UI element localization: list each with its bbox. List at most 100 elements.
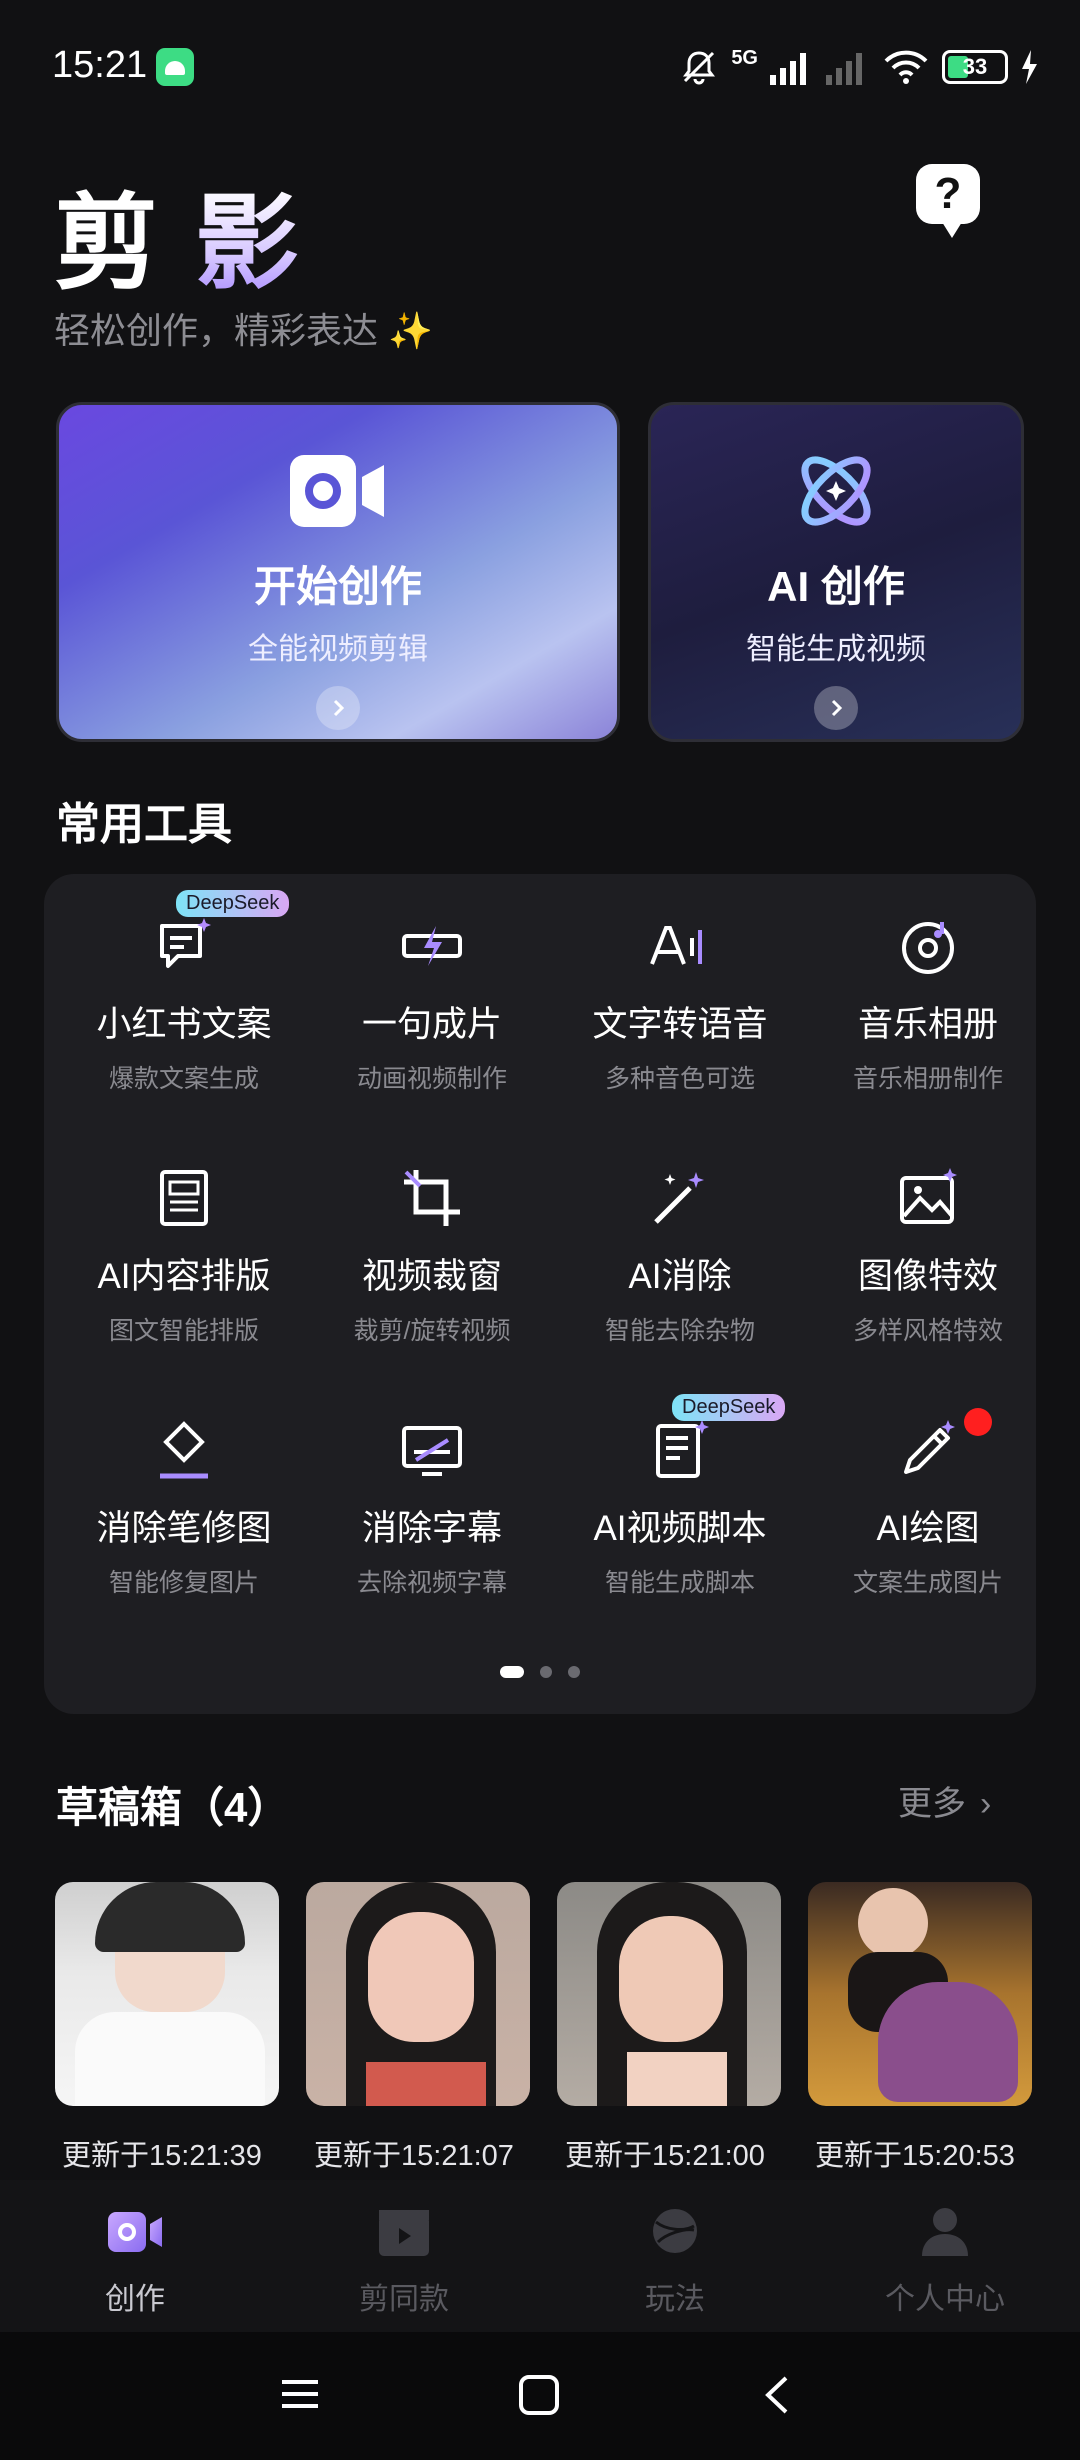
hero-subtitle: 智能生成视频 [746, 633, 926, 666]
page-indicator [44, 1666, 1036, 1678]
help-button[interactable]: ? [916, 164, 980, 238]
tool-name: 消除笔修图 [96, 1509, 272, 1548]
tools-section-title: 常用工具 [56, 800, 232, 849]
tool-desc: 动画视频制作 [356, 1065, 507, 1093]
tool-desc: 智能去除杂物 [604, 1317, 755, 1345]
nav-profile[interactable]: 个人中心 [845, 2202, 1045, 2318]
clapper-icon [379, 2210, 429, 2256]
status-time: 15:21 [52, 44, 148, 86]
tool-desc: 智能生成脚本 [604, 1569, 755, 1597]
image-sparkle-icon [900, 1168, 957, 1224]
draft-photo [306, 1882, 530, 2106]
tool-image-effects[interactable]: 图像特效 多样风格特效 [804, 1126, 1052, 1346]
signal-weak-icon [826, 53, 862, 85]
tool-ai-video-script[interactable]: DeepSeek AI视频脚本 智能生成脚本 [556, 1378, 804, 1598]
page-dot-active[interactable] [500, 1666, 524, 1678]
video-camera-icon [108, 2212, 162, 2252]
tool-video-crop[interactable]: 视频裁窗 裁剪/旋转视频 [308, 1126, 556, 1346]
tool-ai-layout[interactable]: AI内容排版 图文智能排版 [60, 1126, 308, 1346]
nav-label: 创作 [105, 2283, 165, 2316]
nav-label: 剪同款 [359, 2283, 449, 2316]
subtitle-remove-icon [402, 1426, 462, 1476]
script-doc-icon [656, 1420, 709, 1478]
logo-char-1: 剪 [54, 186, 163, 302]
system-navigation-bar [0, 2332, 1080, 2460]
layout-doc-icon [160, 1170, 208, 1226]
home-icon[interactable] [518, 2374, 560, 2416]
tool-subtitle-remove[interactable]: 消除字幕 去除视频字幕 [308, 1378, 556, 1598]
draft-updated-time: 更新于15:21:39 [62, 2140, 262, 2172]
wifi-icon [884, 50, 928, 84]
nav-template[interactable]: 剪同款 [304, 2202, 504, 2318]
tool-text-to-speech[interactable]: 文字转语音 多种音色可选 [556, 874, 804, 1094]
tool-desc: 多样风格特效 [852, 1317, 1003, 1345]
tool-desc: 文案生成图片 [852, 1569, 1003, 1597]
chevron-right-icon [316, 686, 360, 730]
tool-desc: 智能修复图片 [108, 1569, 259, 1597]
more-label: 更多 [898, 1785, 966, 1823]
tool-xiaohongshu-copy[interactable]: DeepSeek 小红书文案 爆款文案生成 [60, 874, 308, 1094]
android-app-icon [156, 48, 194, 86]
tool-name: 音乐相册 [857, 1005, 998, 1044]
page-dot[interactable] [540, 1666, 552, 1678]
ai-creation-card[interactable]: AI 创作 智能生成视频 [648, 402, 1024, 742]
draft-updated-time: 更新于15:20:53 [815, 2140, 1015, 2172]
draft-thumbnail[interactable] [557, 1882, 781, 2106]
pencil-icon [904, 1420, 955, 1474]
chat-doc-icon [160, 918, 211, 968]
tool-desc: 去除视频字幕 [356, 1569, 507, 1597]
draft-thumbnail[interactable] [808, 1882, 1032, 2106]
status-indicators: 5G 33 [679, 44, 1038, 90]
hero-subtitle: 全能视频剪辑 [248, 633, 428, 666]
app-tagline: 轻松创作，精彩表达 ✨ [54, 310, 433, 351]
chevron-right-icon: › [980, 1785, 992, 1823]
deepseek-badge: DeepSeek [672, 1394, 786, 1421]
nav-play[interactable]: 玩法 [575, 2202, 775, 2318]
battery-level: 33 [962, 54, 988, 79]
app-logo: 剪 影 [54, 158, 303, 309]
tool-eraser-retouch[interactable]: 消除笔修图 智能修复图片 [60, 1378, 308, 1598]
tool-one-sentence-video[interactable]: 一句成片 动画视频制作 [308, 874, 556, 1094]
status-bar: 15:21 5G 33 [0, 0, 1080, 140]
draft-thumbnail[interactable] [55, 1882, 279, 2106]
draft-photo [808, 1882, 1032, 2106]
ai-atom-icon [801, 456, 871, 526]
music-disc-icon [902, 922, 954, 974]
back-icon[interactable] [760, 2374, 792, 2416]
logo-char-2: 影 [194, 186, 303, 302]
tool-name: AI绘图 [876, 1509, 980, 1548]
battery-indicator: 33 [942, 50, 1008, 84]
tool-name: 文字转语音 [592, 1005, 768, 1044]
page-dot[interactable] [568, 1666, 580, 1678]
bottom-nav: 创作 剪同款 玩法 个人中心 [0, 2180, 1080, 2332]
video-camera-icon [290, 455, 384, 527]
signal-icon [770, 53, 806, 85]
tools-panel: DeepSeek 小红书文案 爆款文案生成 一句成片 动画视频制作 文字转语音 … [44, 874, 1036, 1714]
planet-icon [653, 2209, 697, 2253]
tool-desc: 多种音色可选 [604, 1065, 755, 1093]
nav-label: 玩法 [645, 2283, 705, 2316]
flash-film-icon [402, 926, 462, 966]
tool-desc: 爆款文案生成 [108, 1065, 259, 1093]
tool-name: AI消除 [628, 1257, 732, 1296]
draft-photo [557, 1882, 781, 2106]
tool-music-album[interactable]: 音乐相册 音乐相册制作 [804, 874, 1052, 1094]
tool-name: 消除字幕 [361, 1509, 502, 1548]
tool-ai-drawing[interactable]: AI绘图 文案生成图片 [804, 1378, 1052, 1598]
drafts-title: 草稿箱（4） [56, 1784, 290, 1831]
nav-create[interactable]: 创作 [35, 2202, 235, 2318]
magic-wand-icon [654, 1172, 704, 1224]
deepseek-badge: DeepSeek [176, 890, 290, 917]
tool-ai-remove[interactable]: AI消除 智能去除杂物 [556, 1126, 804, 1346]
network-type: 5G [731, 46, 758, 69]
chevron-right-icon [814, 686, 858, 730]
tool-name: AI内容排版 [97, 1257, 271, 1296]
text-to-speech-icon [650, 926, 702, 965]
draft-thumbnail[interactable] [306, 1882, 530, 2106]
menu-icon[interactable] [280, 2374, 320, 2414]
tool-desc: 音乐相册制作 [852, 1065, 1003, 1093]
start-creation-card[interactable]: 开始创作 全能视频剪辑 [56, 402, 620, 742]
more-link[interactable]: 更多 › [898, 1776, 991, 1825]
hero-title: 开始创作 [253, 563, 422, 610]
draft-updated-time: 更新于15:21:00 [565, 2140, 765, 2172]
